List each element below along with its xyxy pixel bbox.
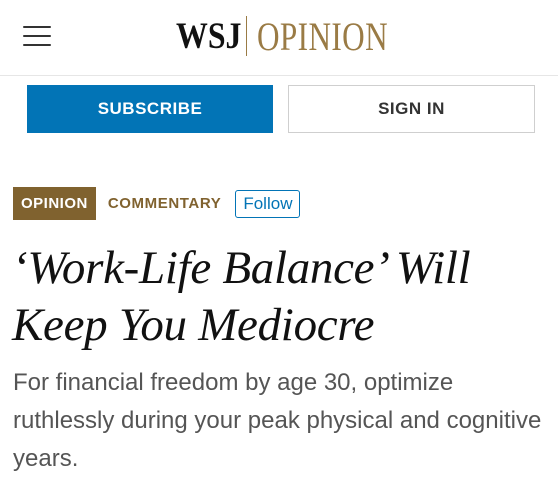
- menu-line: [23, 44, 51, 46]
- sign-in-button[interactable]: SIGN IN: [288, 85, 535, 133]
- follow-button[interactable]: Follow: [235, 189, 301, 218]
- commentary-tag[interactable]: COMMENTARY: [108, 195, 222, 212]
- menu-line: [23, 26, 51, 28]
- hamburger-menu-icon[interactable]: [23, 24, 51, 48]
- wsj-logo-text: WSJ: [176, 15, 242, 57]
- article-headline: ‘Work-Life Balance’ Will Keep You Medioc…: [12, 242, 471, 351]
- masthead-divider: [246, 16, 247, 56]
- article-subheadline: For financial freedom by age 30, optimiz…: [13, 369, 542, 472]
- menu-line: [23, 35, 51, 37]
- top-navigation-bar: WSJ OPINION: [0, 0, 558, 76]
- opinion-section-title: OPINION: [257, 13, 388, 59]
- opinion-tag[interactable]: OPINION: [13, 187, 96, 220]
- subscribe-button[interactable]: SUBSCRIBE: [27, 85, 273, 133]
- article-tag-row: OPINION COMMENTARY Follow: [13, 187, 301, 220]
- wsj-opinion-masthead[interactable]: WSJ OPINION: [176, 8, 425, 64]
